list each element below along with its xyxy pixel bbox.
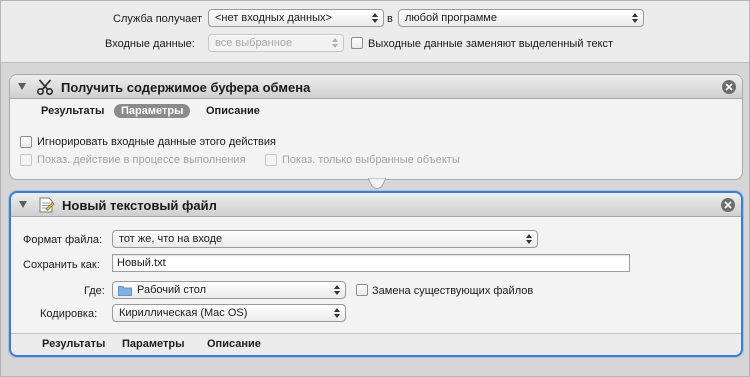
- save-as-field[interactable]: Новый.txt: [112, 254, 630, 272]
- action-header: Новый текстовый файл: [11, 193, 741, 217]
- in-label: в: [387, 13, 393, 25]
- application-value: любой программе: [405, 12, 497, 24]
- tab-results[interactable]: Результаты: [35, 337, 112, 351]
- automator-workflow: Служба получает <нет входных данных> в л…: [0, 0, 750, 377]
- close-icon[interactable]: [722, 80, 736, 94]
- show-selected-label: Показ. только выбранные объекты: [282, 154, 460, 166]
- updown-arrows-icon: [334, 308, 340, 318]
- replace-selected-text-checkbox[interactable]: [351, 37, 363, 49]
- disclosure-triangle-icon[interactable]: [19, 201, 27, 208]
- application-popup[interactable]: любой программе: [398, 9, 644, 27]
- action-header: Получить содержимое буфера обмена: [10, 75, 742, 99]
- ignore-input-label: Игнорировать входные данные этого действ…: [37, 136, 276, 148]
- ignore-input-checkbox[interactable]: [20, 136, 32, 148]
- input-data-popup[interactable]: все выбранное: [208, 34, 344, 52]
- where-popup[interactable]: Рабочий стол: [112, 281, 346, 299]
- close-icon[interactable]: [721, 198, 735, 212]
- input-type-popup[interactable]: <нет входных данных>: [208, 9, 384, 27]
- file-format-value: тот же, что на входе: [119, 233, 223, 245]
- input-type-value: <нет входных данных>: [215, 12, 332, 24]
- updown-arrows-icon: [526, 234, 532, 244]
- updown-arrows-icon: [372, 13, 378, 23]
- service-receives-label: Служба получает: [113, 13, 203, 25]
- file-format-label: Формат файла:: [23, 234, 103, 246]
- folder-icon: [118, 286, 132, 296]
- encoding-label: Кодировка:: [40, 308, 98, 320]
- show-action-checkbox[interactable]: [20, 154, 32, 166]
- updown-arrows-icon: [334, 285, 340, 295]
- tab-description[interactable]: Описание: [199, 104, 267, 118]
- action-bottom-tabs: Результаты Параметры Описание: [11, 333, 741, 355]
- action-title: Новый текстовый файл: [62, 198, 217, 213]
- tab-parameters[interactable]: Параметры: [114, 104, 191, 118]
- tab-description[interactable]: Описание: [200, 337, 268, 351]
- show-selected-checkbox[interactable]: [265, 154, 277, 166]
- scissors-icon: [36, 79, 54, 96]
- action-new-text-file[interactable]: Новый текстовый файл Формат файла: тот ж…: [9, 191, 743, 357]
- encoding-popup[interactable]: Кириллическая (Mac OS): [112, 304, 346, 322]
- disclosure-triangle-icon[interactable]: [18, 83, 26, 90]
- save-as-label: Сохранить как:: [23, 259, 100, 271]
- action-title: Получить содержимое буфера обмена: [61, 80, 311, 95]
- where-value: Рабочий стол: [137, 284, 207, 296]
- encoding-value: Кириллическая (Mac OS): [119, 307, 248, 319]
- action-tabs: Результаты Параметры Описание: [10, 99, 742, 123]
- where-label: Где:: [84, 285, 105, 297]
- input-data-label: Входные данные:: [105, 38, 195, 50]
- save-as-value: Новый.txt: [117, 257, 166, 269]
- updown-arrows-icon: [632, 13, 638, 23]
- replace-selected-text-label: Выходные данные заменяют выделенный текс…: [368, 38, 614, 50]
- replace-files-label: Замена существующих файлов: [372, 285, 534, 297]
- file-format-popup[interactable]: тот же, что на входе: [112, 230, 538, 248]
- input-data-value: все выбранное: [215, 37, 293, 49]
- show-action-label: Показ. действие в процессе выполнения: [37, 154, 246, 166]
- replace-files-checkbox[interactable]: [356, 284, 368, 296]
- updown-arrows-icon: [332, 38, 338, 48]
- tab-parameters[interactable]: Параметры: [115, 337, 191, 351]
- text-file-icon: [39, 197, 55, 213]
- tab-results[interactable]: Результаты: [34, 104, 111, 118]
- connector-notch: [368, 178, 386, 189]
- action-get-clipboard[interactable]: Получить содержимое буфера обмена Резуль…: [9, 74, 743, 180]
- service-settings-bar: Служба получает <нет входных данных> в л…: [1, 1, 749, 63]
